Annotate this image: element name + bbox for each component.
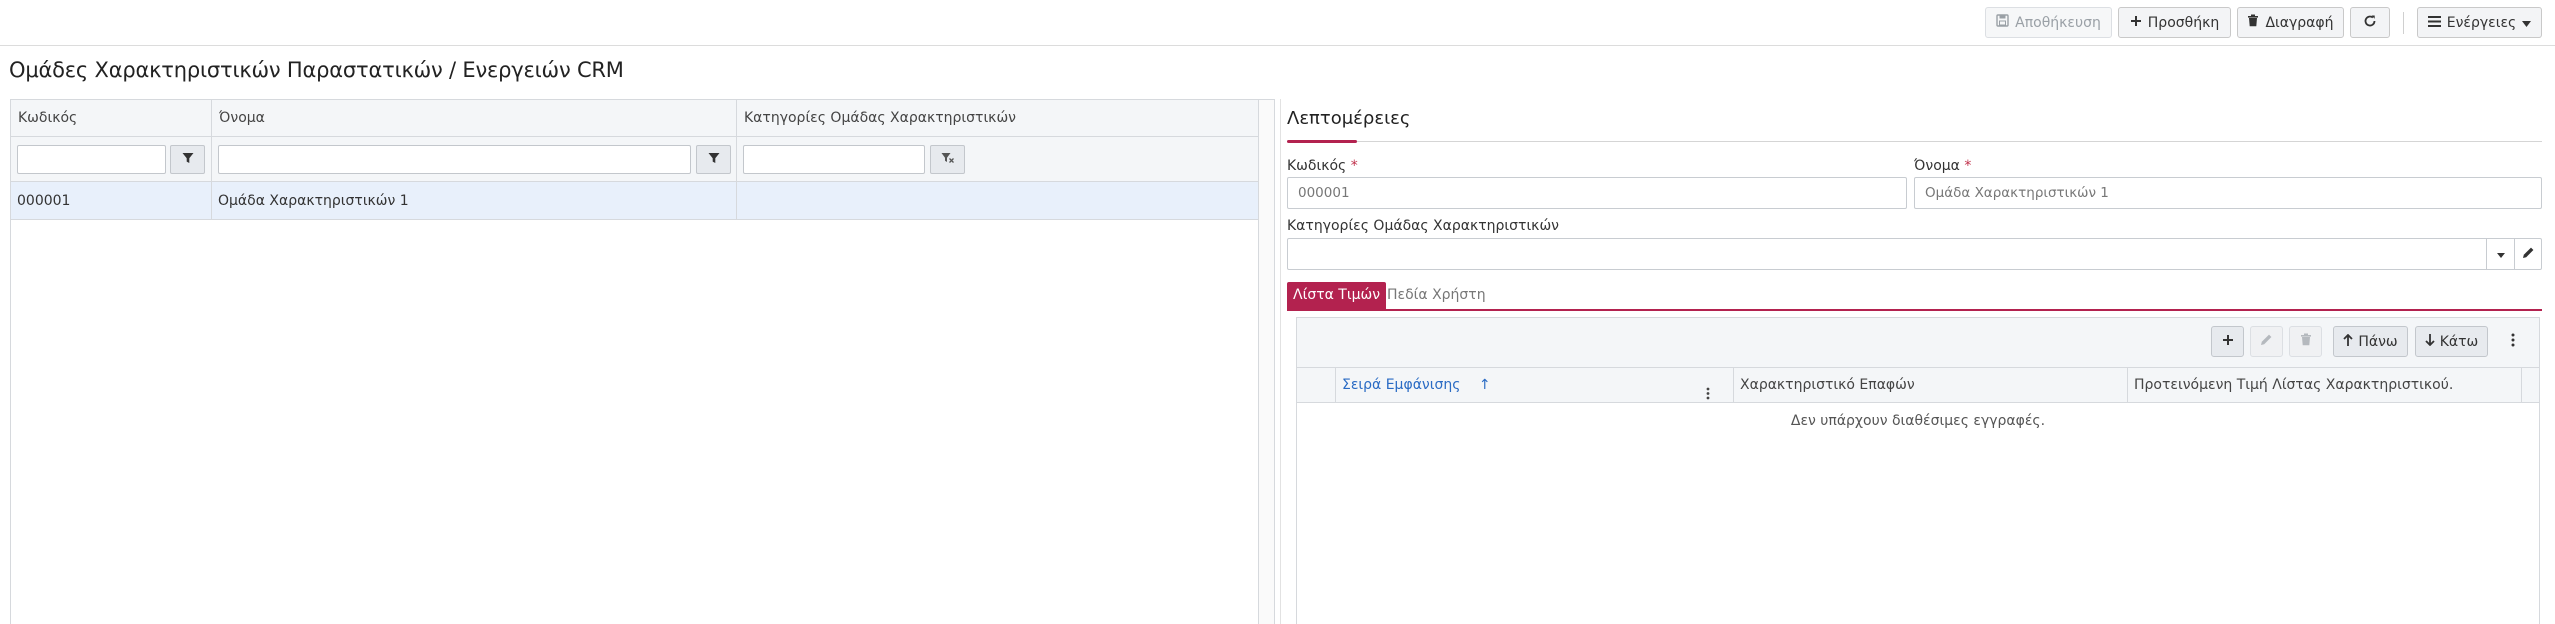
cell-name: Ομάδα Χαρακτηριστικών 1: [212, 182, 737, 220]
column-header-selector[interactable]: [1297, 368, 1336, 403]
pencil-icon: [2522, 246, 2535, 263]
details-divider: [1287, 141, 2542, 142]
categories-select[interactable]: [1287, 238, 2542, 270]
arrow-down-icon: [2425, 333, 2435, 350]
pencil-icon: [2260, 333, 2273, 350]
toolbar-separator: [2403, 12, 2404, 34]
tabs-underline: [1287, 309, 2542, 311]
add-button[interactable]: Προσθήκη: [2118, 7, 2231, 38]
filter-clear-button-categories[interactable]: [930, 145, 965, 174]
subgrid-edit-button[interactable]: [2250, 326, 2283, 357]
move-up-button[interactable]: Πάνω: [2333, 326, 2408, 357]
filter-cell-code: [11, 137, 212, 182]
details-accent-bar: [1287, 140, 1357, 143]
cell-categories: [737, 182, 1260, 220]
delete-button-label: Διαγραφή: [2265, 14, 2334, 31]
column-header-display-order[interactable]: Σειρά Εμφάνισης ↑: [1336, 368, 1734, 403]
code-input[interactable]: 000001: [1287, 177, 1907, 209]
subgrid-add-button[interactable]: [2211, 326, 2244, 357]
sort-ascending-icon: ↑: [1478, 377, 1491, 393]
empty-state-message: Δεν υπάρχουν διαθέσιμες εγγραφές.: [1790, 413, 2046, 429]
filter-clear-icon: [941, 152, 954, 168]
filter-input-code[interactable]: [17, 145, 166, 174]
required-mark: *: [1350, 158, 1358, 174]
column-header-contact-attribute[interactable]: Χαρακτηριστικό Επαφών: [1734, 368, 2128, 403]
move-down-button[interactable]: Κάτω: [2415, 326, 2488, 357]
actions-dropdown-button[interactable]: Ενέργειες: [2417, 7, 2542, 38]
categories-dropdown-toggle[interactable]: [2486, 238, 2514, 270]
trash-icon: [2247, 14, 2259, 31]
column-header-categories[interactable]: Κατηγορίες Ομάδας Χαρακτηριστικών: [737, 100, 1260, 137]
subgrid-more-button[interactable]: [2500, 326, 2526, 357]
move-up-label: Πάνω: [2358, 333, 2398, 350]
page-title: Ομάδες Χαρακτηριστικών Παραστατικών / Εν…: [9, 58, 624, 82]
filter-icon: [182, 152, 194, 168]
top-toolbar: Αποθήκευση Προσθήκη Διαγραφή Ενέργειες: [0, 0, 2555, 46]
tab-user-fields[interactable]: Πεδία Χρήστη: [1381, 282, 1492, 309]
column-menu-icon[interactable]: [1706, 379, 1710, 403]
display-order-label: Σειρά Εμφάνισης: [1342, 377, 1461, 393]
actions-button-label: Ενέργειες: [2446, 14, 2517, 31]
caret-down-icon: [2522, 15, 2532, 31]
filter-input-name[interactable]: [218, 145, 691, 174]
filter-icon: [708, 152, 720, 168]
menu-icon: [2427, 15, 2441, 31]
code-field-label: Κωδικός *: [1287, 158, 1358, 174]
table-row[interactable]: 000001 Ομάδα Χαρακτηριστικών 1: [11, 182, 1260, 220]
trash-icon: [2300, 333, 2312, 350]
delete-button[interactable]: Διαγραφή: [2237, 7, 2344, 38]
move-down-label: Κάτω: [2439, 333, 2479, 350]
filter-cell-name: [212, 137, 737, 182]
add-button-label: Προσθήκη: [2147, 14, 2220, 31]
save-button-label: Αποθήκευση: [2015, 14, 2101, 31]
grid-vertical-scrollbar[interactable]: [1258, 100, 1274, 624]
plus-icon: [2130, 15, 2142, 31]
required-mark: *: [1964, 158, 1972, 174]
caret-down-icon: [2496, 246, 2505, 262]
subgrid-toolbar: Πάνω Κάτω: [1297, 318, 2539, 368]
refresh-button[interactable]: [2350, 7, 2390, 38]
subgrid-delete-button[interactable]: [2289, 326, 2322, 357]
details-title: Λεπτομέρειες: [1287, 108, 1411, 129]
categories-field-label: Κατηγορίες Ομάδας Χαρακτηριστικών: [1287, 218, 1559, 234]
categories-edit-button[interactable]: [2514, 238, 2542, 270]
groups-grid: Κωδικός Όνομα Κατηγορίες Ομάδας Χαρακτηρ…: [10, 99, 1275, 624]
column-header-code[interactable]: Κωδικός: [11, 100, 212, 137]
more-vertical-icon: [2511, 333, 2515, 351]
name-field-label: Όνομα *: [1914, 158, 1971, 174]
filter-cell-categories: [737, 137, 1260, 182]
filter-input-categories[interactable]: [743, 145, 925, 174]
cell-code: 000001: [11, 182, 212, 220]
filter-button-code[interactable]: [170, 145, 205, 174]
plus-icon: [2222, 334, 2234, 350]
tab-price-list[interactable]: Λίστα Τιμών: [1287, 282, 1387, 309]
grid-filter-row: [11, 137, 1274, 182]
arrow-up-icon: [2343, 333, 2353, 350]
refresh-icon: [2363, 14, 2377, 32]
name-label-text: Όνομα: [1914, 158, 1960, 174]
grid-header: Κωδικός Όνομα Κατηγορίες Ομάδας Χαρακτηρ…: [11, 100, 1274, 137]
save-button[interactable]: Αποθήκευση: [1985, 7, 2112, 38]
panel-splitter[interactable]: [1280, 99, 1281, 624]
column-header-name[interactable]: Όνομα: [212, 100, 737, 137]
price-list-panel: Πάνω Κάτω Σειρά Εμφάνισης ↑ Χαρακτηριστι…: [1296, 317, 2540, 624]
column-header-suggested-value[interactable]: Προτεινόμενη Τιμή Λίστας Χαρακτηριστικού…: [2128, 368, 2522, 403]
filter-button-name[interactable]: [696, 145, 731, 174]
code-label-text: Κωδικός: [1287, 158, 1347, 174]
save-icon: [1996, 14, 2009, 31]
name-input[interactable]: Ομάδα Χαρακτηριστικών 1: [1914, 177, 2542, 209]
subgrid-header: Σειρά Εμφάνισης ↑ Χαρακτηριστικό Επαφών …: [1297, 368, 2539, 403]
